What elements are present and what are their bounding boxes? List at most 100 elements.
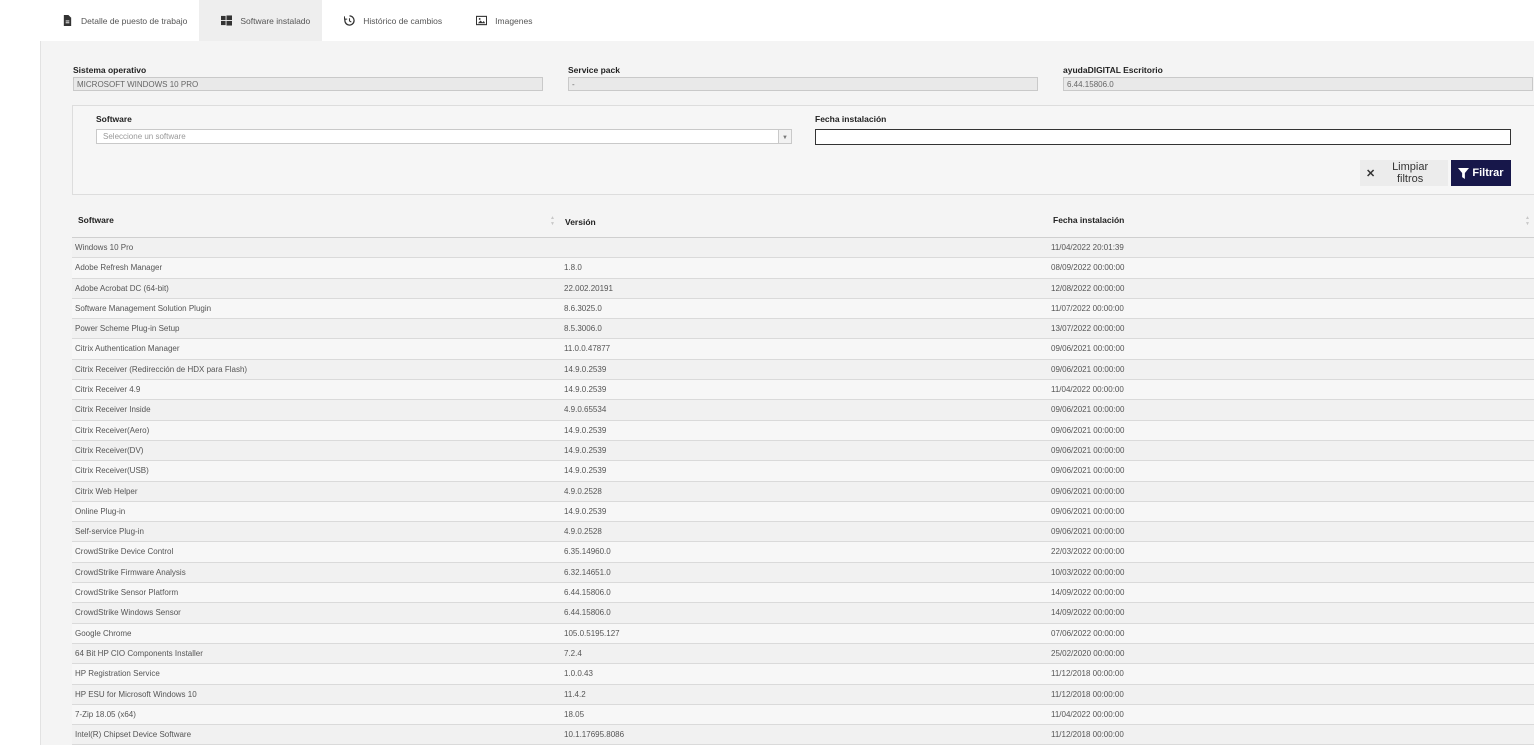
tab-imagenes[interactable]: Imagenes [454, 0, 544, 41]
table-row[interactable]: Citrix Receiver(DV) 14.9.0.2539 09/06/2021… [72, 440, 1534, 462]
table-row[interactable]: Google Chrome 105.0.5195.127 07/06/2022 00… [72, 623, 1534, 644]
table-row[interactable]: Software Management Solution Plugin 8.6.3… [72, 298, 1534, 320]
table-row[interactable]: Power Scheme Plug-in Setup 8.5.3006.0 13/0… [72, 319, 1534, 340]
document-icon [61, 15, 73, 27]
tab-detalle[interactable]: Detalle de puesto de trabajo [40, 0, 199, 41]
tab-label: Histórico de cambios [363, 15, 443, 26]
image-icon [475, 15, 487, 27]
cell-software: Citrix Receiver(Aero) [75, 425, 150, 435]
header-fecha[interactable]: Fecha instalación [1053, 215, 1124, 225]
cell-software: Online Plug-in [75, 506, 126, 516]
table-row[interactable]: Citrix Receiver Inside 4.9.0.65534 09/06/2… [72, 400, 1534, 421]
tab-historico[interactable]: Histórico de cambios [322, 0, 454, 41]
table-row[interactable]: HP Registration Service 1.0.0.43 11/12/201… [72, 664, 1534, 685]
table-row[interactable]: Online Plug-in 14.9.0.2539 09/06/2021 00:0… [72, 501, 1534, 523]
table-row[interactable]: CrowdStrike Windows Sensor 6.44.15806.0 14… [72, 603, 1534, 624]
filter-icon [1458, 167, 1470, 179]
cell-version: 6.44.15806.0 [564, 588, 611, 598]
history-icon [343, 15, 355, 27]
cell-fecha: 11/04/2022 00:00:00 [1051, 709, 1124, 719]
table-row[interactable]: Citrix Receiver (Redirección de HDX para… [72, 359, 1534, 381]
cell-software: Self-service Plug-in [75, 527, 144, 537]
cell-software: Intel(R) Chipset Device Software [75, 730, 192, 740]
cell-fecha: 22/03/2022 00:00:00 [1051, 547, 1125, 557]
table-row[interactable]: Windows 10 Pro 11/04/2022 20:01:39 [72, 238, 1534, 259]
cell-software: Citrix Receiver (Redirección de HDX para… [75, 364, 248, 374]
cell-version: 14.9.0.2539 [564, 385, 607, 395]
software-select[interactable]: Seleccione un software ▼ [96, 129, 792, 144]
table-body: Windows 10 Pro 11/04/2022 20:01:39 Adobe R… [72, 238, 1534, 745]
cell-fecha: 11/12/2018 00:00:00 [1051, 730, 1124, 740]
cell-software: Power Scheme Plug-in Setup [75, 324, 180, 334]
cell-fecha: 07/06/2022 00:00:00 [1051, 628, 1125, 638]
tab-label: Software instalado [240, 15, 311, 26]
table-row[interactable]: Adobe Refresh Manager 1.8.0 08/09/2022 00:… [72, 258, 1534, 279]
cell-software: Citrix Authentication Manager [75, 344, 180, 354]
cell-version: 6.44.15806.0 [564, 608, 611, 618]
cell-version: 11.4.2 [564, 689, 586, 699]
tab-label: Imagenes [495, 15, 533, 26]
cell-version: 105.0.5195.127 [564, 628, 620, 638]
software-filter-label: Software [96, 114, 132, 124]
cell-software: CrowdStrike Sensor Platform [75, 588, 179, 598]
close-icon: ✕ [1366, 167, 1376, 180]
filter-label: Filtrar [1472, 167, 1504, 179]
table-row[interactable]: Citrix Receiver(USB) 14.9.0.2539 09/06/202… [72, 461, 1534, 482]
cell-fecha: 09/06/2021 00:00:00 [1051, 527, 1125, 537]
clear-filters-button[interactable]: ✕ Limpiar filtros [1360, 160, 1448, 186]
cell-software: Adobe Refresh Manager [75, 263, 163, 273]
cell-software: CrowdStrike Device Control [75, 547, 174, 557]
table-row[interactable]: Self-service Plug-in 4.9.0.2528 09/06/2021… [72, 522, 1534, 543]
table-row[interactable]: Citrix Receiver(Aero) 14.9.0.2539 09/06/20… [72, 420, 1534, 441]
table-row[interactable]: HP ESU for Microsoft Windows 10 11.4.2 11/… [72, 684, 1534, 705]
cell-version: 1.0.0.43 [564, 669, 593, 679]
cell-fecha: 09/06/2021 00:00:00 [1051, 364, 1125, 374]
cell-fecha: 09/06/2021 00:00:00 [1051, 425, 1125, 435]
cell-software: Citrix Receiver(DV) [75, 445, 144, 455]
sort-icon[interactable]: ▲ ▼ [550, 215, 556, 227]
sort-icon[interactable]: ▲ ▼ [1525, 215, 1531, 227]
header-version[interactable]: Versión [565, 217, 596, 227]
cell-version: 1.8.0 [564, 263, 582, 273]
header-software[interactable]: Software [78, 215, 114, 225]
cell-fecha: 09/06/2021 00:00:00 [1051, 506, 1125, 516]
ayudadigital-field: 6.44.15806.0 [1063, 77, 1533, 91]
table-row[interactable]: Citrix Authentication Manager 11.0.0.4787… [72, 339, 1534, 360]
clear-filters-label: Limpiar filtros [1392, 161, 1429, 185]
cell-software: Windows 10 Pro [75, 243, 134, 252]
cell-fecha: 11/04/2022 20:01:39 [1051, 243, 1124, 252]
cell-software: Software Management Solution Plugin [75, 303, 212, 313]
windows-icon [220, 15, 232, 27]
cell-version: 14.9.0.2539 [564, 506, 607, 516]
date-filter-input[interactable] [815, 129, 1511, 145]
filter-button[interactable]: Filtrar [1451, 160, 1511, 186]
software-select-placeholder: Seleccione un software [103, 132, 186, 141]
cell-version: 7.2.4 [564, 648, 582, 658]
cell-fecha: 09/06/2021 00:00:00 [1051, 486, 1125, 496]
cell-software: Citrix Receiver 4.9 [75, 385, 141, 395]
table-row[interactable]: Intel(R) Chipset Device Software 10.1.176… [72, 725, 1534, 745]
chevron-down-icon[interactable]: ▼ [778, 130, 791, 143]
table-row[interactable]: CrowdStrike Device Control 6.35.14960.0 22… [72, 542, 1534, 563]
cell-version: 4.9.0.2528 [564, 527, 602, 537]
os-field: MICROSOFT WINDOWS 10 PRO [73, 77, 543, 91]
cell-version: 18.05 [564, 709, 585, 719]
cell-version: 4.9.0.65534 [564, 405, 607, 415]
table-row[interactable]: 64 Bit HP CIO Components Installer 7.2.4 2… [72, 643, 1534, 665]
date-filter-label: Fecha instalación [815, 114, 887, 124]
table-row[interactable]: Citrix Web Helper 4.9.0.2528 09/06/2021 00… [72, 481, 1534, 502]
table-row[interactable]: Adobe Acrobat DC (64-bit) 22.002.20191 12/… [72, 278, 1534, 299]
table-row[interactable]: CrowdStrike Firmware Analysis 6.32.14651.… [72, 562, 1534, 584]
cell-software: HP ESU for Microsoft Windows 10 [75, 689, 197, 699]
table-row[interactable]: CrowdStrike Sensor Platform 6.44.15806.0 1… [72, 583, 1534, 604]
service-pack-label: Service pack [568, 65, 620, 75]
table-row[interactable]: Citrix Receiver 4.9 14.9.0.2539 11/04/2022… [72, 380, 1534, 401]
cell-fecha: 09/06/2021 00:00:00 [1051, 344, 1125, 354]
table-row[interactable]: 7-Zip 18.05 (x64) 18.05 11/04/2022 00:00:0… [72, 704, 1534, 726]
cell-version: 14.9.0.2539 [564, 364, 607, 374]
tab-label: Detalle de puesto de trabajo [81, 15, 188, 26]
cell-version: 14.9.0.2539 [564, 445, 607, 455]
tab-software[interactable]: Software instalado [199, 0, 323, 41]
cell-fecha: 11/04/2022 00:00:00 [1051, 385, 1124, 395]
cell-version: 22.002.20191 [564, 283, 613, 293]
